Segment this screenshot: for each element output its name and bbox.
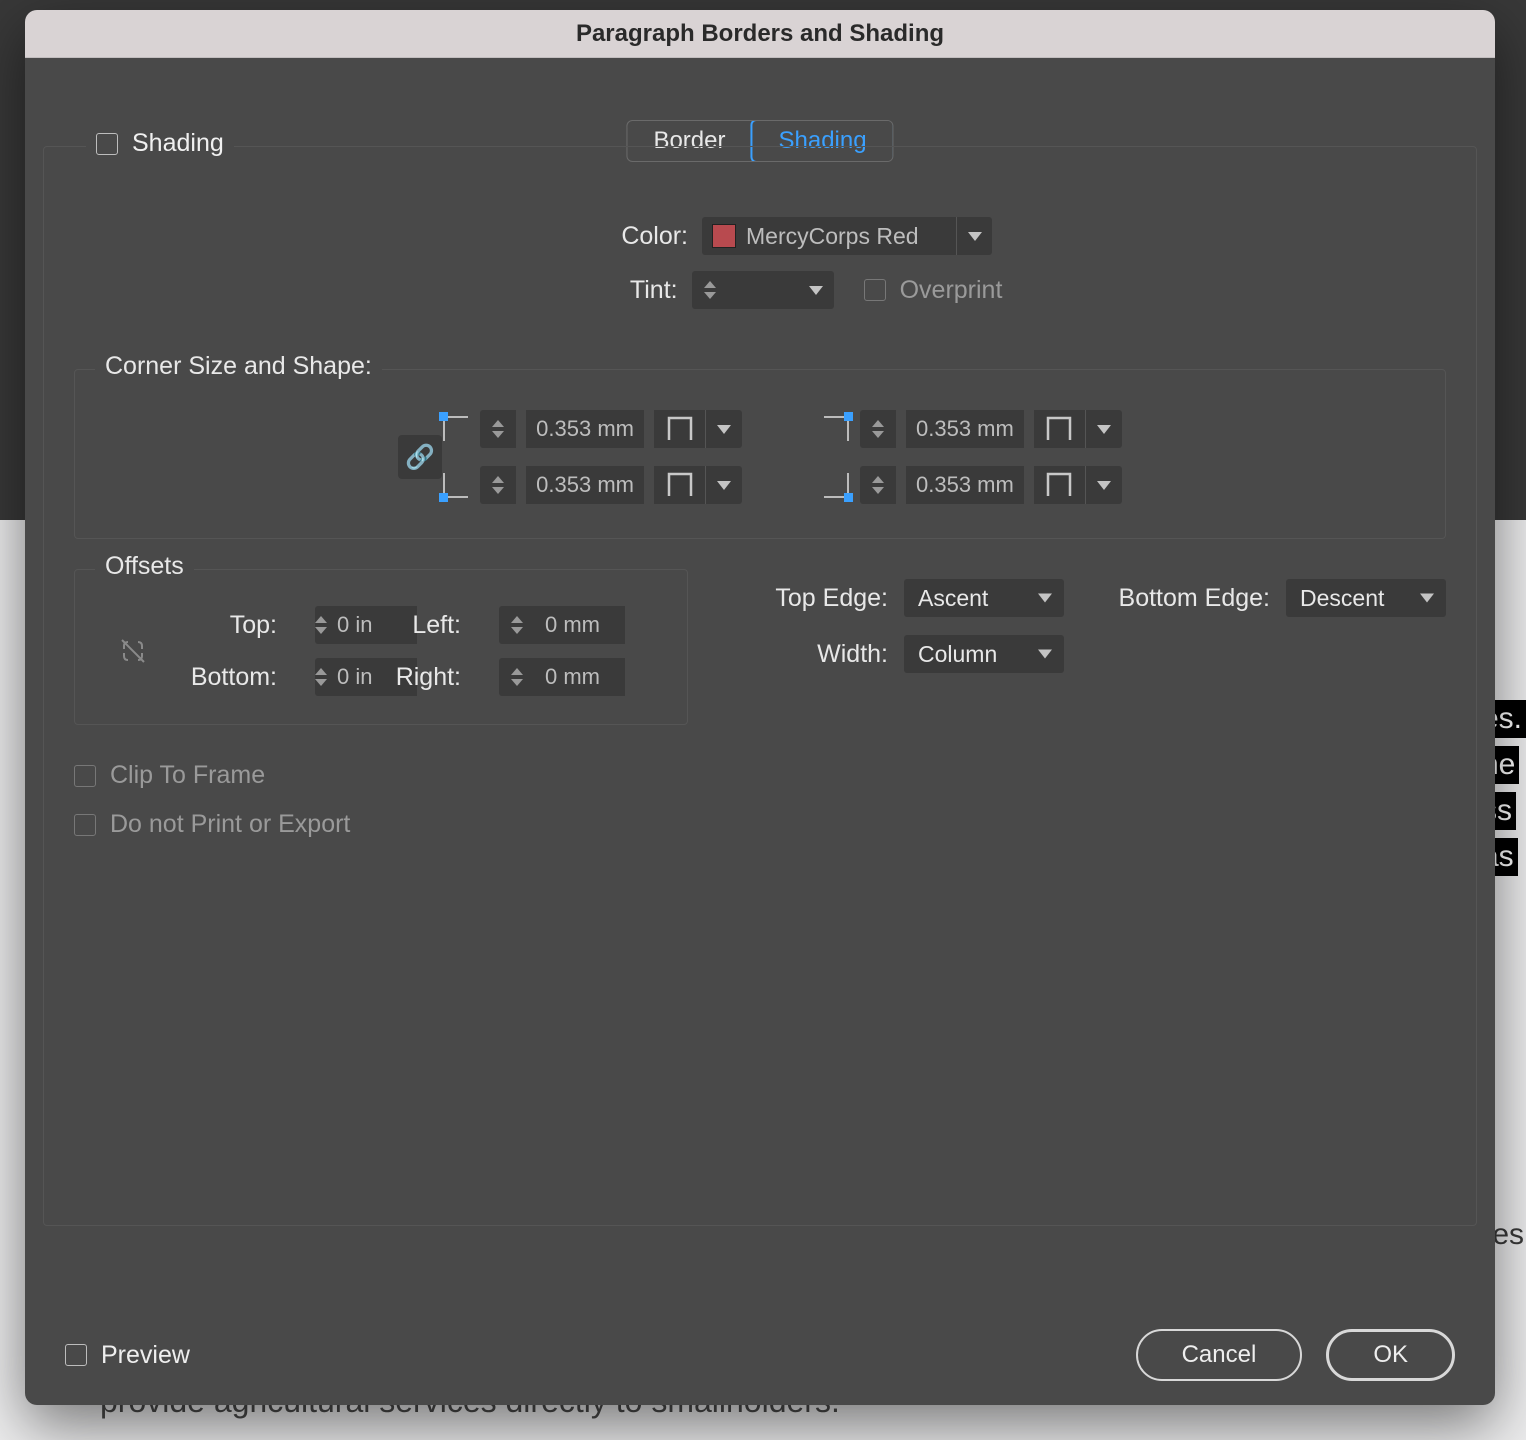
dialog-body: Border Shading Shading Color: MercyCorps… xyxy=(25,58,1495,1305)
corner-tr-icon xyxy=(822,415,850,443)
width-dropdown[interactable]: Column xyxy=(904,635,1064,673)
offset-right-label: Right: xyxy=(371,663,461,692)
corner-tl-field[interactable]: 0.353 mm xyxy=(526,410,644,448)
tint-label: Tint: xyxy=(518,276,678,305)
corner-tl-stepper[interactable] xyxy=(480,410,516,448)
corner-fieldset: Corner Size and Shape: 0.353 mm xyxy=(74,369,1446,539)
corner-br-field[interactable]: 0.353 mm xyxy=(906,466,1024,504)
preview-label: Preview xyxy=(101,1341,190,1370)
offsets-fieldset: Offsets Top: 0 in Left: 0 m xyxy=(74,569,688,725)
tint-stepper[interactable] xyxy=(692,271,728,309)
offset-right-field[interactable]: 0 mm xyxy=(535,658,625,696)
overprint-label: Overprint xyxy=(900,276,1003,305)
width-label: Width: xyxy=(748,640,888,669)
offset-left-field[interactable]: 0 mm xyxy=(535,606,625,644)
corner-bl-shape-dd[interactable] xyxy=(706,466,742,504)
corner-tr-field[interactable]: 0.353 mm xyxy=(906,410,1024,448)
color-name: MercyCorps Red xyxy=(746,223,956,250)
corner-legend: Corner Size and Shape: xyxy=(95,352,382,381)
offset-right-stepper[interactable] xyxy=(499,658,535,696)
overprint-checkbox xyxy=(864,279,886,301)
corner-br-icon xyxy=(822,471,850,499)
dialog-title: Paragraph Borders and Shading xyxy=(25,10,1495,58)
shading-checkbox-label: Shading xyxy=(132,129,224,158)
corner-tl-shape[interactable] xyxy=(654,410,706,448)
color-dropdown[interactable]: MercyCorps Red xyxy=(702,217,992,255)
clip-to-frame-checkbox xyxy=(74,765,96,787)
chevron-down-icon xyxy=(956,217,992,255)
offset-top-stepper[interactable] xyxy=(315,606,327,644)
background-text-es: es xyxy=(1492,1218,1524,1252)
color-label: Color: xyxy=(528,222,688,251)
corner-tr-shape-dd[interactable] xyxy=(1086,410,1122,448)
do-not-print-label: Do not Print or Export xyxy=(110,810,350,839)
offset-left-label: Left: xyxy=(371,611,461,640)
offsets-legend: Offsets xyxy=(95,552,194,581)
shading-fieldset: Shading Color: MercyCorps Red Tint: xyxy=(43,146,1477,1226)
paragraph-borders-shading-dialog: Paragraph Borders and Shading Border Sha… xyxy=(25,10,1495,1405)
preview-checkbox[interactable] xyxy=(65,1344,87,1366)
ok-button[interactable]: OK xyxy=(1326,1329,1455,1381)
corner-tr-shape[interactable] xyxy=(1034,410,1086,448)
corner-br-stepper[interactable] xyxy=(860,466,896,504)
shading-checkbox[interactable] xyxy=(96,133,118,155)
unlink-icon[interactable] xyxy=(99,606,167,696)
corner-bl-stepper[interactable] xyxy=(480,466,516,504)
corner-bl-icon xyxy=(442,471,470,499)
offset-bottom-label: Bottom: xyxy=(167,663,277,692)
do-not-print-checkbox xyxy=(74,814,96,836)
corner-tr-stepper[interactable] xyxy=(860,410,896,448)
cancel-button[interactable]: Cancel xyxy=(1136,1329,1303,1381)
corner-br-shape[interactable] xyxy=(1034,466,1086,504)
tint-dropdown[interactable] xyxy=(798,271,834,309)
corner-tl-shape-dd[interactable] xyxy=(706,410,742,448)
top-edge-dropdown[interactable]: Ascent xyxy=(904,579,1064,617)
tint-field[interactable] xyxy=(728,271,798,309)
bottom-edge-label: Bottom Edge: xyxy=(1080,584,1270,613)
offset-left-stepper[interactable] xyxy=(499,606,535,644)
corner-tl-icon xyxy=(442,415,470,443)
link-icon[interactable]: 🔗 xyxy=(398,435,442,479)
dialog-footer: Preview Cancel OK xyxy=(25,1305,1495,1405)
offset-top-label: Top: xyxy=(167,611,277,640)
corner-br-shape-dd[interactable] xyxy=(1086,466,1122,504)
clip-to-frame-label: Clip To Frame xyxy=(110,761,265,790)
bottom-edge-dropdown[interactable]: Descent xyxy=(1286,579,1446,617)
color-swatch xyxy=(712,224,736,248)
top-edge-label: Top Edge: xyxy=(748,584,888,613)
corner-bl-shape[interactable] xyxy=(654,466,706,504)
offset-bottom-stepper[interactable] xyxy=(315,658,327,696)
corner-bl-field[interactable]: 0.353 mm xyxy=(526,466,644,504)
